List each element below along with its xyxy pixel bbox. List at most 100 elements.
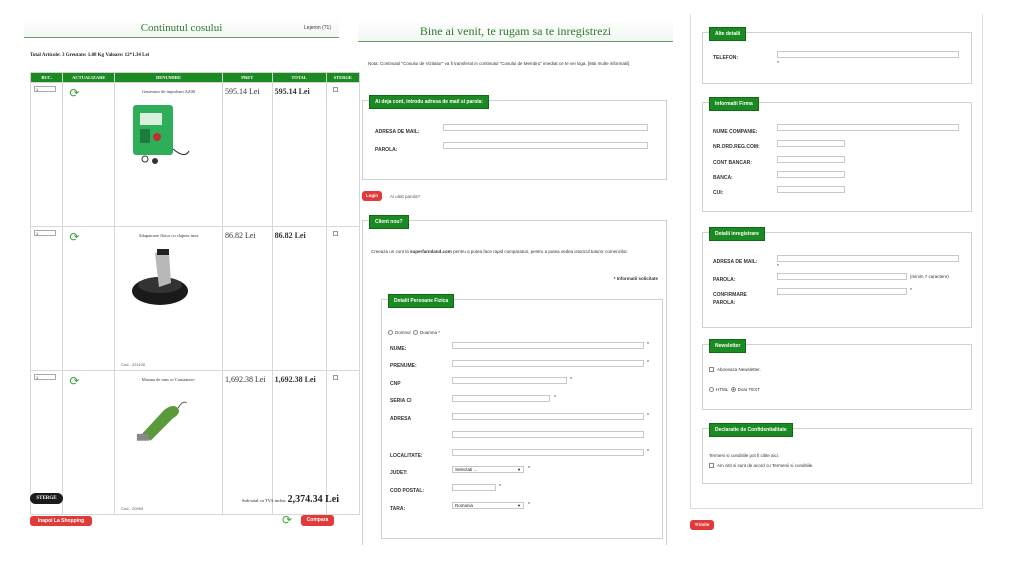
cart-panel: Continutul cosului Lejeron (?1) Total Ar… [24,18,361,538]
refresh-icon[interactable]: ⟳ [69,374,79,388]
forgot-password-link[interactable]: Ai uitat parola? [390,194,420,199]
adresa-input-1[interactable] [452,413,644,420]
cart-summary: Total Articole: 3 Greutate: 1.88 Kg Valo… [30,53,150,58]
password-label: PAROLA: [375,147,398,153]
subtotal: Sub-total cu TVA inclus: 2,374.34 Lei [242,494,339,505]
seria-input[interactable] [452,395,550,402]
login-box: Ai deja cont, introdu adresa de mail si … [362,95,667,180]
radio-icon-text[interactable] [730,387,736,393]
item-total: 86.82 Lei [274,231,306,240]
product-name[interactable]: Adapatoare flotor cu clapeta inox [115,233,222,238]
dropdown-arrow-icon: ▼ [517,467,521,472]
register-password-input[interactable] [777,273,907,280]
table-row: 1 ⟳ Masina de tuns oi Constanta+ Cod - 2… [29,370,361,515]
prenume-input[interactable] [452,360,644,367]
registration-details-box: Detalii inregistrare ADRESA DE MAIL: * P… [702,227,972,328]
login-password-input[interactable] [443,142,648,149]
telefon-input[interactable] [777,51,959,58]
item-price: 1,692.38 Lei [224,375,266,384]
table-row: 1 ⟳ Generator de impulsuri AZ00 595.14 L… [29,82,361,227]
terms-text[interactable]: Termeni si conditiile pot fi citite aici… [709,453,779,458]
nume-input[interactable] [452,342,644,349]
submit-button[interactable]: Trimite [690,520,714,530]
delete-checkbox[interactable] [332,231,338,236]
quantity-input[interactable]: 1 [34,230,56,236]
confidentiality-box: Declaratie de Confidentialitate Termeni … [702,423,972,484]
item-total: 595.14 Lei [274,87,310,96]
confirm-password-input[interactable] [777,288,907,295]
email-label: ADRESA DE MAIL: [375,129,420,135]
subtotal-value: 2,374.34 Lei [287,494,339,505]
cart-header-link[interactable]: Lejeron (?1) [304,25,331,31]
col-buc: BUC. [29,72,64,83]
gender-radios: Domnul Doamna * [388,330,440,336]
label-cnp: CNP [390,381,401,387]
password-hint: (minim 7 caractere) [910,274,949,279]
cart-table-header: BUC. ACTUALIZARE DENUMIRE PRET TOTAL STE… [29,72,361,83]
login-button[interactable]: Login [362,191,382,201]
quantity-input[interactable]: 1 [34,86,56,92]
label-nume: NUME: [390,346,407,352]
compare-button[interactable]: Compara [301,515,334,526]
register-panel: Bine ai venit, te rugam sa te inregistre… [358,18,673,548]
refresh-icon[interactable]: ⟳ [69,230,79,244]
nr-ord-input[interactable] [777,140,845,147]
details-panel: Alte detalii TELEFON: * Informatii Firma… [690,14,983,534]
cnp-input[interactable] [452,377,567,384]
item-price: 86.82 Lei [224,231,256,240]
label-adresa: ADRESA [390,416,412,422]
registration-details-legend: Detalii inregistrare [709,227,765,241]
cart-title-bar: Continutul cosului Lejeron (?1) [24,18,339,38]
radio-icon-mr[interactable] [388,330,393,336]
tara-select[interactable]: Romania ▼ [452,502,524,509]
label-telefon: TELEFON: [713,55,738,61]
label-banca: BANCA: [713,175,733,181]
back-to-shopping-button[interactable]: Inapoi La Shopping [30,516,92,526]
radio-icon-mrs[interactable] [413,330,419,336]
new-client-legend: Client nou? [369,215,409,229]
register-title-bar: Bine ai venit, te rugam sa te inregistre… [358,18,673,42]
cui-input[interactable] [777,186,845,193]
delete-checkbox[interactable] [332,375,338,380]
col-sterge: STERGE [325,72,361,83]
checkbox-icon[interactable] [709,367,714,373]
product-image-clipper[interactable] [125,391,195,451]
subtotal-label: Sub-total cu TVA inclus: [242,498,287,503]
site-name[interactable]: superfarmland.com [410,249,452,254]
product-image-generator[interactable] [125,99,195,169]
adresa-input-2[interactable] [452,431,644,438]
product-name[interactable]: Generator de impulsuri AZ00 [115,89,222,94]
col-actualizare: ACTUALIZARE [62,72,116,83]
other-details-box: Alte detalii TELEFON: * [702,27,972,84]
register-email-input[interactable] [777,255,959,262]
judet-select[interactable]: Selectati ... ▼ [452,466,524,473]
checkbox-icon[interactable] [709,463,714,469]
person-details-box: Detalii Persoane Fizica Domnul Doamna * … [381,294,663,539]
delete-button[interactable]: STERGE [30,493,63,504]
banca-input[interactable] [777,171,845,178]
cont-bancar-input[interactable] [777,156,845,163]
refresh-icon[interactable]: ⟳ [282,513,292,527]
other-details-legend: Alte detalii [709,27,747,41]
label-adresa-mail: ADRESA DE MAIL: [713,259,758,265]
company-info-box: Informatii Firma NUME COMPANIE: NR.ORD.R… [702,97,972,212]
table-row: 1 ⟳ Adapatoare flotor cu clapeta inox Co… [29,226,361,371]
quantity-input[interactable]: 1 [34,374,56,380]
cod-postal-input[interactable] [452,484,496,491]
label-localitate: LOCALITATE: [390,453,423,459]
product-name[interactable]: Masina de tuns oi Constanta+ [115,377,222,382]
refresh-icon[interactable]: ⟳ [69,86,79,100]
radio-icon-html[interactable] [709,387,714,393]
label-parola: PAROLA: [713,277,736,283]
newsletter-legend: Newsletter [709,339,747,353]
label-nume-companie: NUME COMPANIE: [713,129,758,135]
newsletter-format: HTML Doar TEXT [709,387,760,393]
nume-companie-input[interactable] [777,124,959,131]
delete-checkbox[interactable] [332,87,338,92]
localitate-input[interactable] [452,449,644,456]
product-image-drinker[interactable] [125,243,195,313]
login-email-input[interactable] [443,124,648,131]
label-judet: JUDET: [390,470,408,476]
label-cont-bancar: CONT BANCAR: [713,160,752,166]
cart-table: BUC. ACTUALIZARE DENUMIRE PRET TOTAL STE… [29,72,361,515]
